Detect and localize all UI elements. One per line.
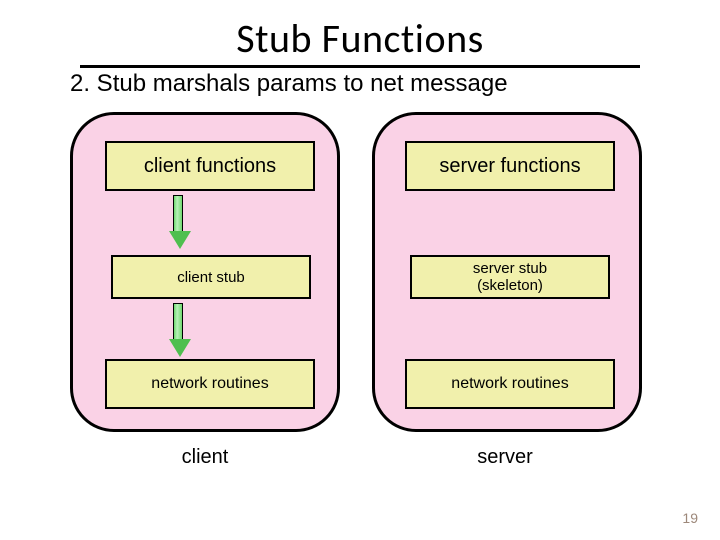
- client-stub-label: client stub: [177, 269, 245, 286]
- client-capsule: client functions client stub network rou…: [70, 112, 340, 432]
- client-functions-box: client functions: [105, 141, 315, 191]
- server-caption: server: [450, 446, 560, 469]
- slide-subtitle: 2. Stub marshals params to net message: [0, 70, 720, 98]
- arrow-client-functions-to-stub: [169, 195, 187, 249]
- server-capsule: server functions server stub (skeleton) …: [372, 112, 642, 432]
- server-functions-label: server functions: [439, 155, 580, 178]
- client-network-label: network routines: [151, 375, 268, 393]
- client-network-box: network routines: [105, 359, 315, 409]
- server-functions-box: server functions: [405, 141, 615, 191]
- server-network-label: network routines: [451, 375, 568, 393]
- client-stub-box: client stub: [111, 255, 311, 299]
- client-functions-label: client functions: [144, 155, 276, 178]
- title-underline: [80, 65, 640, 68]
- server-stub-label-1: server stub: [473, 260, 547, 277]
- client-caption: client: [150, 446, 260, 469]
- page-number: 19: [682, 510, 698, 526]
- arrow-client-stub-to-network: [169, 303, 187, 357]
- server-stub-label-2: (skeleton): [477, 277, 543, 294]
- diagram-stage: client functions client stub network rou…: [0, 98, 720, 518]
- server-stub-box: server stub (skeleton): [410, 255, 610, 299]
- slide-title: Stub Functions: [0, 0, 720, 63]
- server-network-box: network routines: [405, 359, 615, 409]
